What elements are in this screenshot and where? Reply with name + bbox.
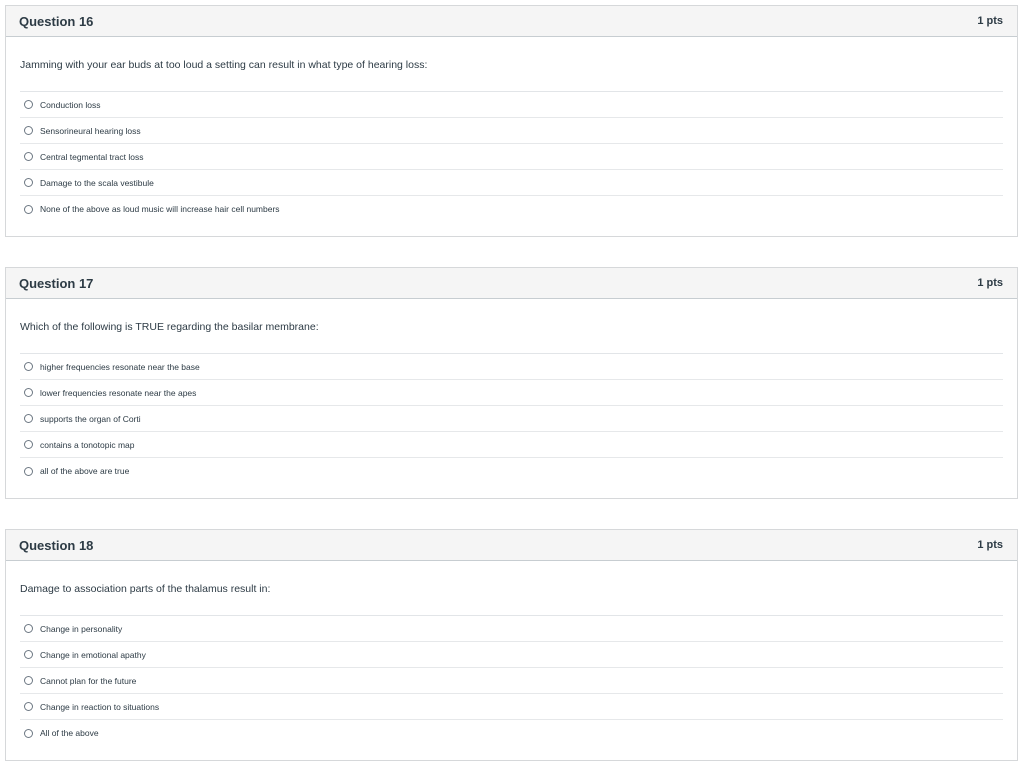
- answer-option[interactable]: all of the above are true: [20, 458, 1003, 484]
- answer-label[interactable]: Conduction loss: [40, 100, 100, 110]
- radio-button[interactable]: [24, 624, 33, 633]
- answer-option[interactable]: lower frequencies resonate near the apes: [20, 380, 1003, 406]
- question-title: Question 16: [19, 13, 94, 29]
- answer-option[interactable]: Central tegmental tract loss: [20, 144, 1003, 170]
- answer-list: Conduction loss Sensorineural hearing lo…: [20, 92, 1003, 222]
- radio-button[interactable]: [24, 178, 33, 187]
- question-prompt: Jamming with your ear buds at too loud a…: [20, 37, 1003, 92]
- answer-option[interactable]: None of the above as loud music will inc…: [20, 196, 1003, 222]
- answer-label[interactable]: Sensorineural hearing loss: [40, 126, 141, 136]
- answer-label[interactable]: higher frequencies resonate near the bas…: [40, 362, 200, 372]
- radio-button[interactable]: [24, 466, 33, 476]
- answer-option[interactable]: supports the organ of Corti: [20, 406, 1003, 432]
- radio-button[interactable]: [24, 702, 33, 711]
- answer-label[interactable]: All of the above: [40, 728, 99, 738]
- question-points: 1 pts: [977, 15, 1003, 27]
- answer-option[interactable]: Change in emotional apathy: [20, 642, 1003, 668]
- question-points: 1 pts: [977, 539, 1003, 551]
- answer-label[interactable]: Central tegmental tract loss: [40, 152, 143, 162]
- answer-list: higher frequencies resonate near the bas…: [20, 354, 1003, 484]
- radio-button[interactable]: [24, 414, 33, 423]
- radio-button[interactable]: [24, 440, 33, 449]
- answer-option[interactable]: All of the above: [20, 720, 1003, 746]
- quiz-page: Question 16 1 pts Jamming with your ear …: [0, 0, 1024, 768]
- question-body: Which of the following is TRUE regarding…: [6, 299, 1017, 484]
- question-18: Question 18 1 pts Damage to association …: [5, 529, 1018, 761]
- radio-button[interactable]: [24, 100, 33, 109]
- question-body: Damage to association parts of the thala…: [6, 561, 1017, 746]
- radio-button[interactable]: [24, 362, 33, 371]
- answer-list: Change in personality Change in emotiona…: [20, 616, 1003, 746]
- radio-button[interactable]: [24, 388, 33, 397]
- question-title: Question 18: [19, 537, 94, 553]
- answer-option[interactable]: Conduction loss: [20, 92, 1003, 118]
- answer-label[interactable]: None of the above as loud music will inc…: [40, 204, 280, 214]
- answer-option[interactable]: contains a tonotopic map: [20, 432, 1003, 458]
- answer-option[interactable]: Change in personality: [20, 616, 1003, 642]
- question-title: Question 17: [19, 275, 94, 291]
- radio-button[interactable]: [24, 204, 33, 214]
- answer-label[interactable]: Change in reaction to situations: [40, 702, 159, 712]
- answer-label[interactable]: Cannot plan for the future: [40, 676, 136, 686]
- answer-option[interactable]: Damage to the scala vestibule: [20, 170, 1003, 196]
- answer-label[interactable]: Change in emotional apathy: [40, 650, 146, 660]
- answer-option[interactable]: higher frequencies resonate near the bas…: [20, 354, 1003, 380]
- answer-option[interactable]: Cannot plan for the future: [20, 668, 1003, 694]
- answer-label[interactable]: lower frequencies resonate near the apes: [40, 388, 196, 398]
- question-prompt: Damage to association parts of the thala…: [20, 561, 1003, 616]
- question-16: Question 16 1 pts Jamming with your ear …: [5, 5, 1018, 237]
- answer-label[interactable]: supports the organ of Corti: [40, 414, 141, 424]
- radio-button[interactable]: [24, 728, 33, 738]
- question-header: Question 17 1 pts: [6, 268, 1017, 299]
- radio-button[interactable]: [24, 126, 33, 135]
- answer-label[interactable]: Damage to the scala vestibule: [40, 178, 154, 188]
- question-prompt: Which of the following is TRUE regarding…: [20, 299, 1003, 354]
- radio-button[interactable]: [24, 676, 33, 685]
- question-body: Jamming with your ear buds at too loud a…: [6, 37, 1017, 222]
- radio-button[interactable]: [24, 152, 33, 161]
- answer-label[interactable]: all of the above are true: [40, 466, 129, 476]
- radio-button[interactable]: [24, 650, 33, 659]
- question-header: Question 18 1 pts: [6, 530, 1017, 561]
- answer-label[interactable]: contains a tonotopic map: [40, 440, 135, 450]
- question-17: Question 17 1 pts Which of the following…: [5, 267, 1018, 499]
- answer-option[interactable]: Change in reaction to situations: [20, 694, 1003, 720]
- question-points: 1 pts: [977, 277, 1003, 289]
- answer-option[interactable]: Sensorineural hearing loss: [20, 118, 1003, 144]
- answer-label[interactable]: Change in personality: [40, 624, 122, 634]
- question-header: Question 16 1 pts: [6, 6, 1017, 37]
